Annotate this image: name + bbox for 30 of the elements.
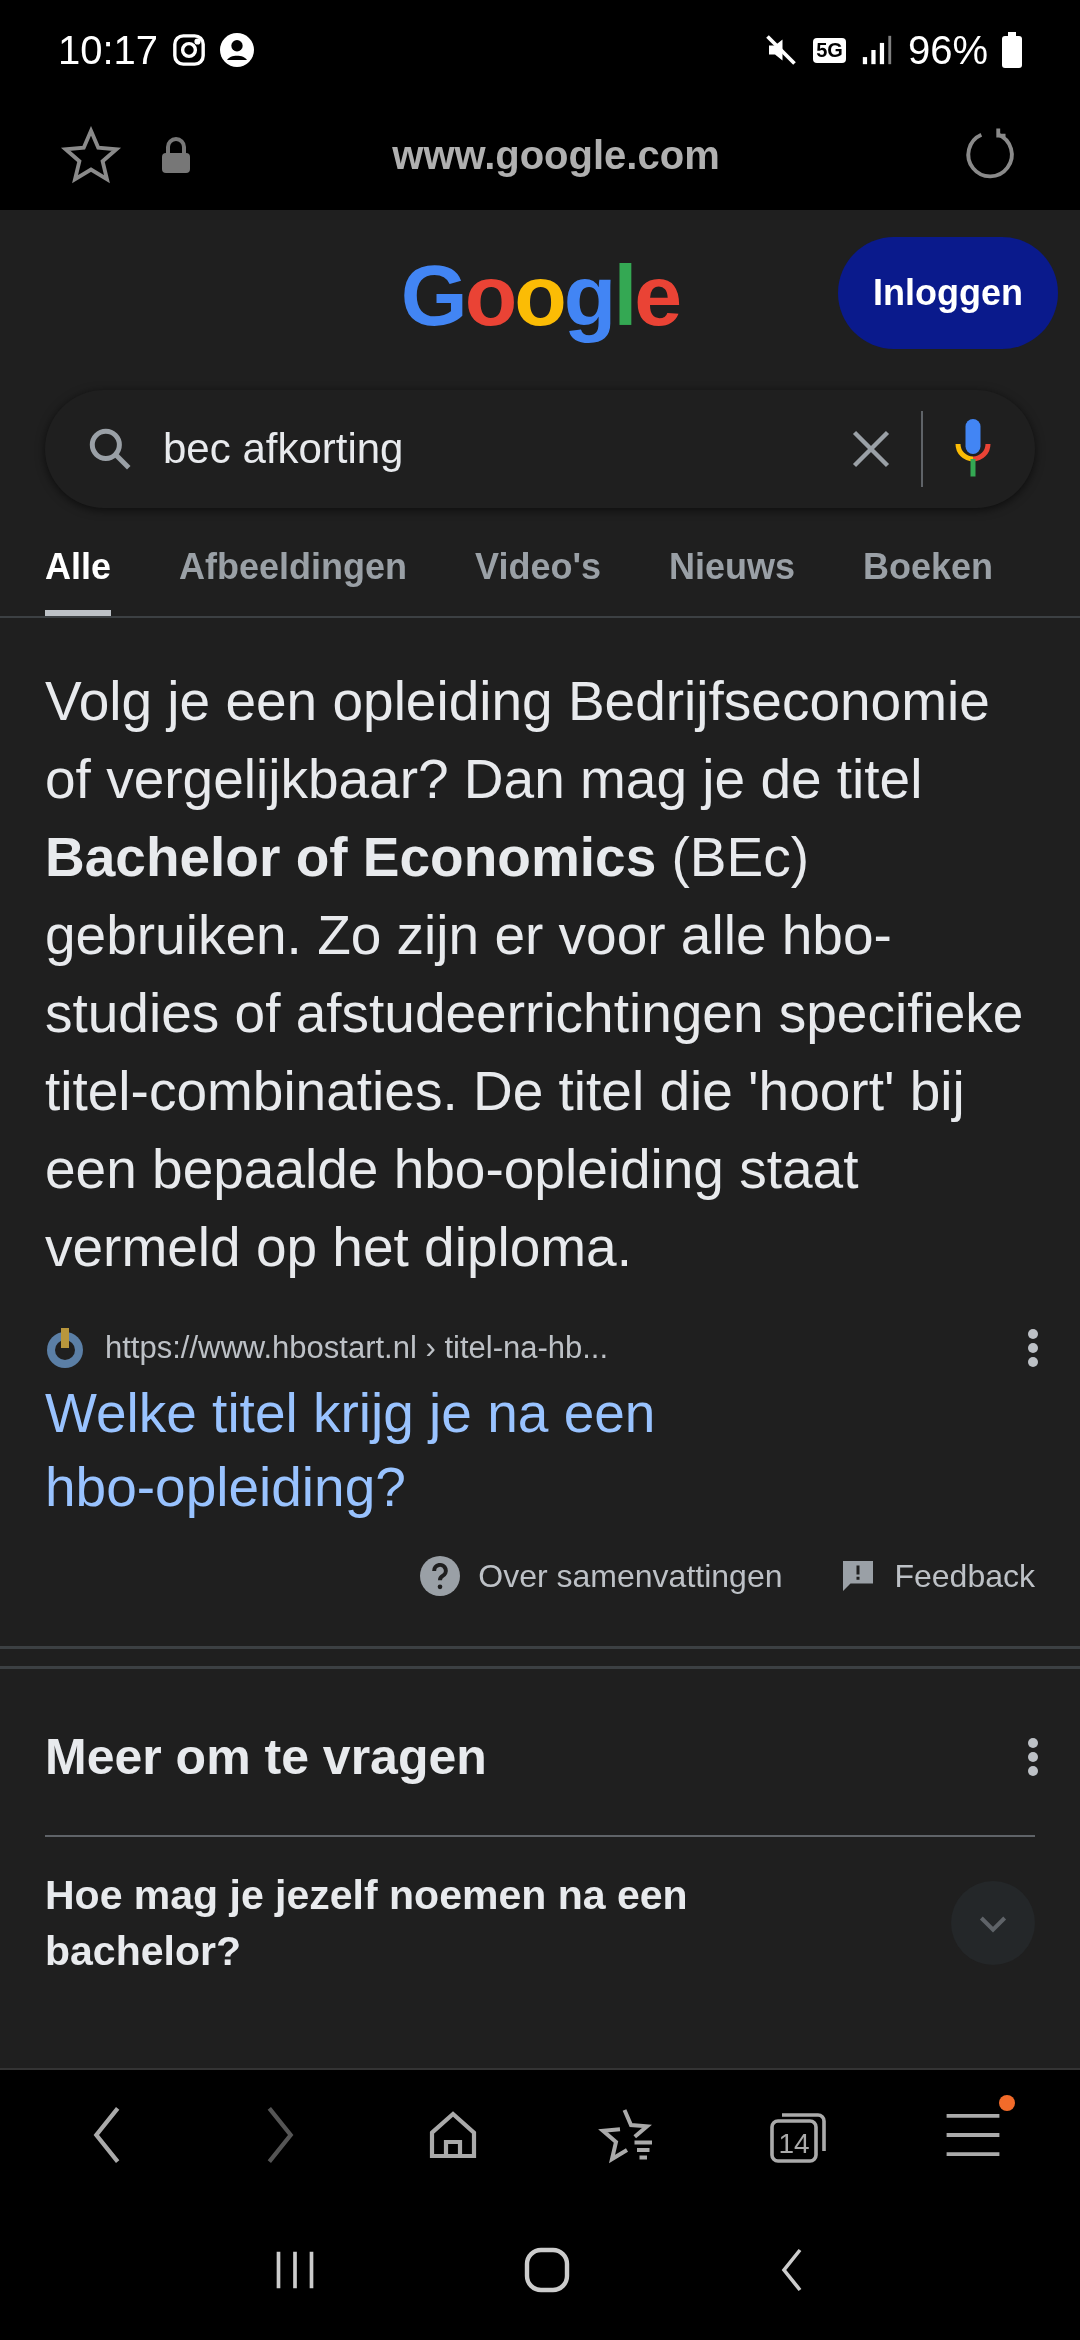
- help-icon: [420, 1556, 461, 1596]
- search-field[interactable]: bec afkorting: [45, 390, 1035, 508]
- site-icon: [45, 1326, 85, 1370]
- feedback-link[interactable]: Feedback: [894, 1557, 1035, 1595]
- about-summaries-link[interactable]: Over samenvattingen: [478, 1557, 783, 1595]
- network-label: 5G: [813, 37, 846, 63]
- answer-text: Volg je een opleiding Bedrijfseconomie of vergelijkbaar? Dan mag je de titel Bachelor of Economics (BEc) gebruiken. Zo zijn er voor alle hbo-studies of afstudeerrichtingen specifieke titel-combinaties. De titel die 'hoort' bij een bepaalde hbo-opleiding staat vermeld op het diploma.: [44, 669, 1025, 1280]
- more-icon[interactable]: [1026, 1328, 1040, 1368]
- star-icon[interactable]: [60, 126, 122, 184]
- search-tab[interactable]: Boeken: [863, 536, 994, 616]
- home-icon[interactable]: [523, 2246, 571, 2294]
- result-link[interactable]: Welke titel krijg je na een hbo-opleiding?: [0, 1370, 1080, 1524]
- clock: 10:17: [58, 27, 159, 73]
- more-icon[interactable]: [1026, 1737, 1040, 1777]
- battery-icon: [1002, 32, 1022, 68]
- battery-level: 96%: [907, 27, 988, 73]
- source-url[interactable]: https://www.hbostart.nl › titel-na-hb...: [105, 1330, 1006, 1366]
- search-tab[interactable]: Video's: [475, 536, 601, 616]
- sign-in-button[interactable]: Inloggen: [838, 237, 1058, 349]
- question-text[interactable]: Hoe mag je jezelf noemen na een bachelor?: [45, 1867, 951, 1979]
- search-tab[interactable]: Afbeeldingen: [179, 536, 408, 616]
- person-icon: [220, 33, 255, 67]
- search-tab[interactable]: Alle: [45, 536, 112, 616]
- google-logo: Google: [400, 245, 680, 345]
- section-title: Meer om te vragen: [45, 1728, 488, 1786]
- search-tab[interactable]: Nieuws: [669, 536, 796, 616]
- lock-icon: [162, 137, 190, 173]
- address-bar[interactable]: www.google.com: [230, 132, 922, 178]
- instagram-icon: [172, 33, 207, 67]
- tabs-button[interactable]: 14: [749, 2085, 850, 2185]
